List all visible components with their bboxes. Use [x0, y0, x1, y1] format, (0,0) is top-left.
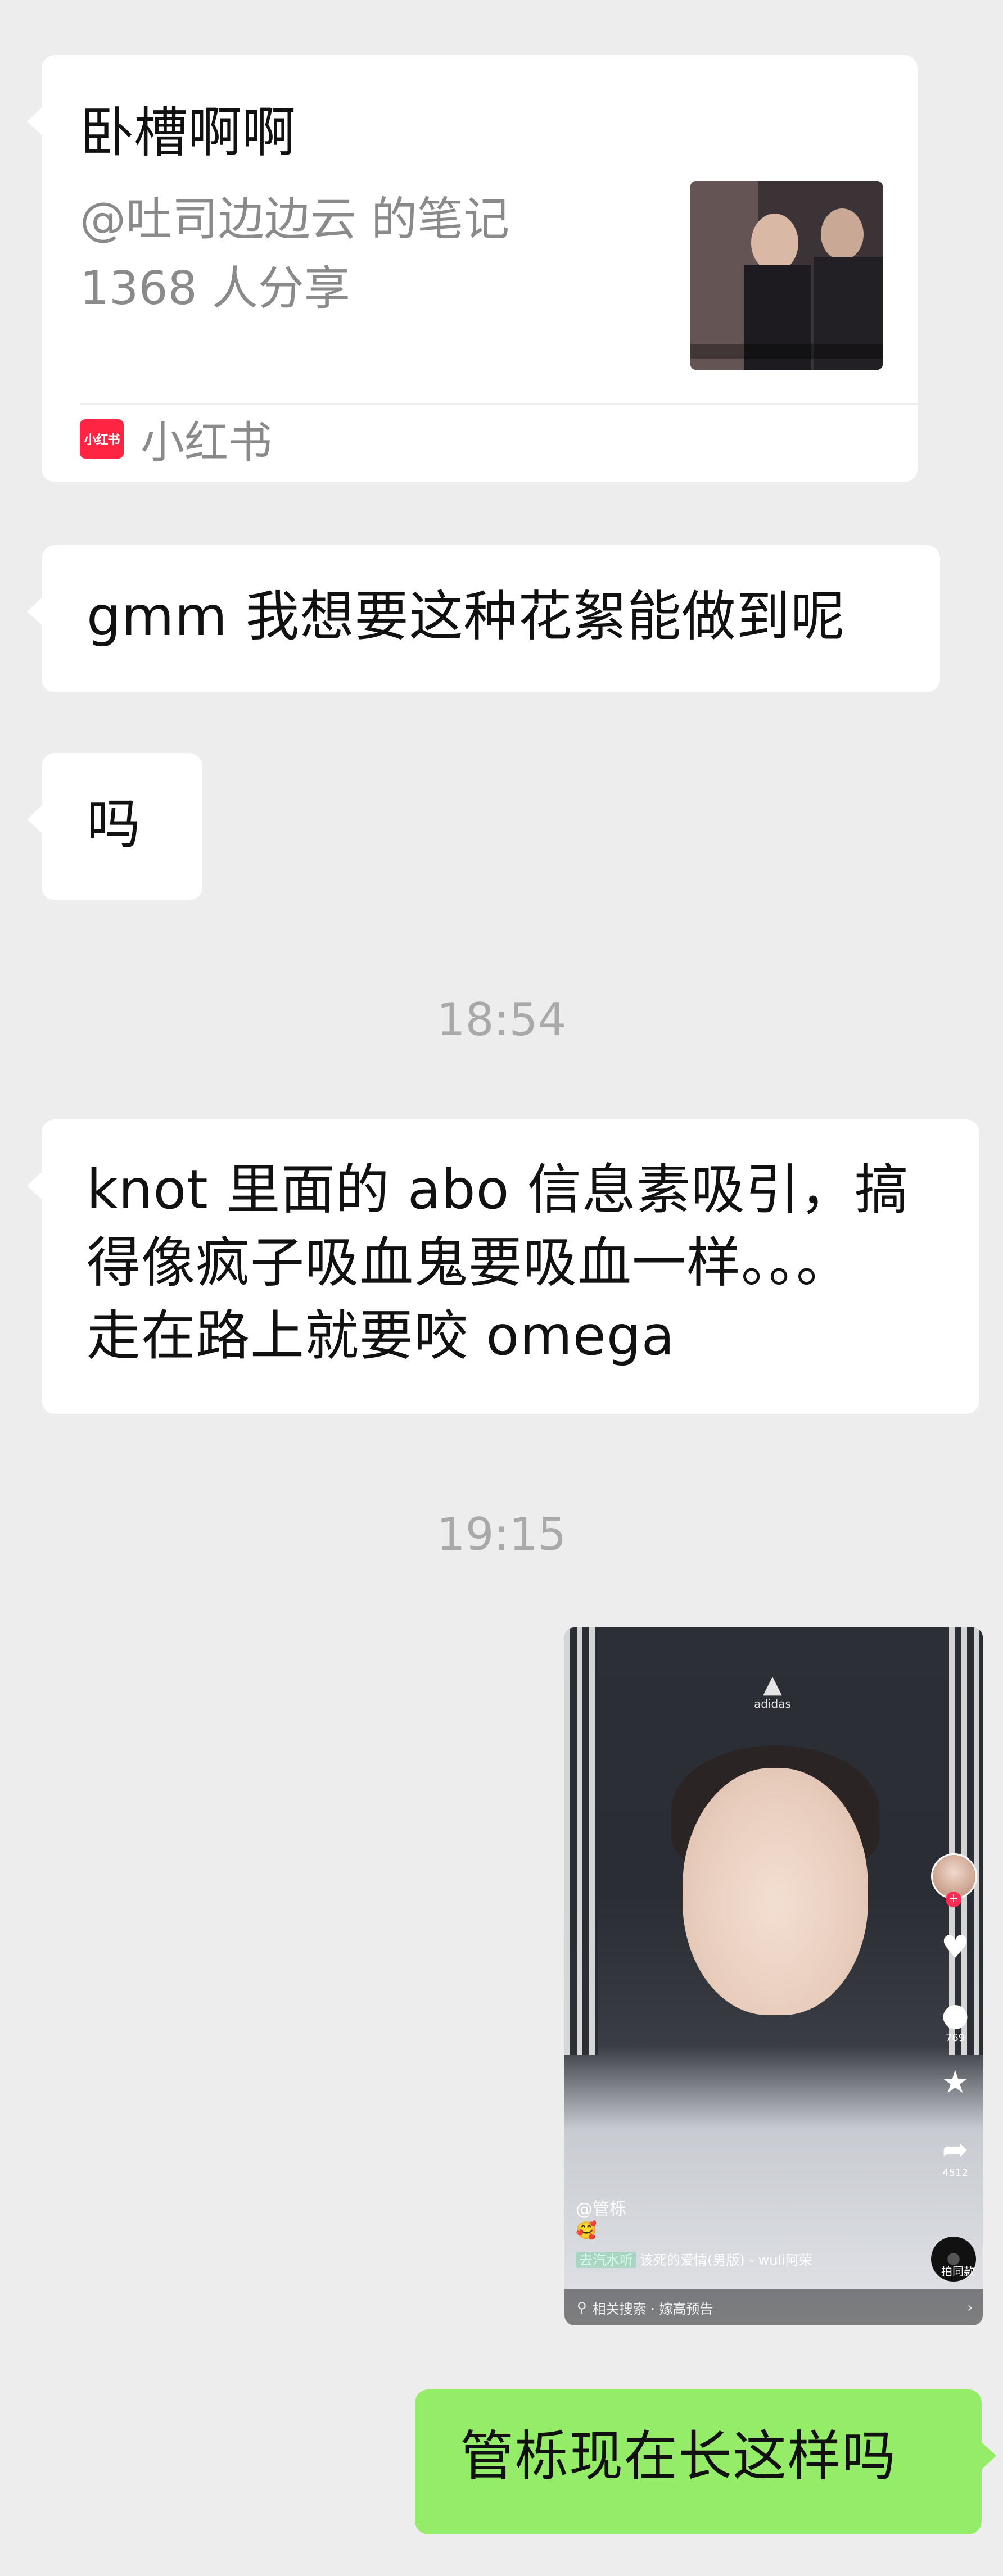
- card-source: 小红书 小红书: [80, 408, 272, 470]
- face-shape: [683, 1768, 868, 2015]
- shared-note-card[interactable]: 卧槽啊啊 @吐司边边云 的笔记 1368 人分享 小红书 小红书: [27, 55, 918, 482]
- comment-button[interactable]: ● 769: [936, 1998, 975, 2044]
- xiaohongshu-logo-icon: 小红书: [80, 419, 124, 459]
- like-button[interactable]: ♥: [936, 1931, 975, 1965]
- message-text: 管栎现在长这样吗: [460, 2425, 896, 2488]
- follow-plus-icon[interactable]: +: [946, 1892, 961, 1907]
- adidas-logo-icon: ▲ adidas: [683, 1672, 862, 1711]
- source-app-name: 小红书: [141, 418, 273, 468]
- card-title: 卧槽啊啊: [80, 101, 296, 164]
- share-arrow-icon: ➦: [942, 2131, 969, 2168]
- brand-text: adidas: [754, 1697, 791, 1711]
- music-tag: 去汽水听: [576, 2252, 636, 2268]
- video-thumbnail-icon: [690, 181, 883, 370]
- music-info[interactable]: 去汽水听 该死的爱情(男版) - wuli阿荣: [576, 2249, 812, 2269]
- caption-emoji: 🥰: [576, 2221, 597, 2241]
- heart-icon: ♥: [941, 1929, 970, 1966]
- timestamp: 19:15: [436, 1508, 567, 1561]
- comment-icon: ●: [941, 1997, 969, 2033]
- card-share-count: 1368 人分享: [80, 262, 350, 315]
- shared-video[interactable]: ▲ adidas + ♥ ● 769 ★ ➦ 4512 @管栎 🥰 去汽水听 该死…: [564, 1627, 983, 2325]
- star-icon: ★: [941, 2064, 970, 2101]
- message-text: knot 里面的 abo 信息素吸引，搞 得像疯子吸血鬼要吸血一样。。。 走在路…: [87, 1158, 909, 1367]
- share-count: 4512: [942, 2167, 968, 2179]
- favorite-button[interactable]: ★: [936, 2066, 975, 2099]
- timestamp: 18:54: [436, 994, 567, 1046]
- chat-screen: { "colors": { "background": "#ededed", "…: [0, 0, 1003, 2576]
- share-button[interactable]: ➦ 4512: [936, 2133, 975, 2179]
- message-bubble[interactable]: gmm 我想要这种花絮能做到呢: [27, 545, 940, 692]
- message-bubble-outgoing[interactable]: 管栎现在长这样吗: [415, 2389, 996, 2534]
- message-bubble[interactable]: knot 里面的 abo 信息素吸引，搞 得像疯子吸血鬼要吸血一样。。。 走在路…: [27, 1119, 979, 1414]
- music-title: 该死的爱情(男版) - wuli阿荣: [640, 2252, 812, 2268]
- message-text: gmm 我想要这种花絮能做到呢: [87, 585, 846, 648]
- search-icon: ⚲: [577, 2300, 587, 2315]
- card-divider: [80, 403, 918, 405]
- message-text: 吗: [87, 793, 141, 856]
- jacket-stripes: [564, 1627, 598, 2055]
- chevron-right-icon: ›: [967, 2300, 973, 2315]
- message-bubble[interactable]: 吗: [27, 753, 202, 900]
- video-author[interactable]: @管栎: [576, 2195, 626, 2220]
- related-search-bar[interactable]: ⚲ 相关搜索 · 嫁高预告 ›: [564, 2289, 983, 2325]
- comment-count: 769: [945, 2032, 965, 2044]
- card-author-line: @吐司边边云 的笔记: [80, 193, 510, 246]
- related-search-text: 相关搜索 · 嫁高预告: [592, 2301, 713, 2317]
- jacket-stripes: [949, 1627, 983, 2055]
- disc-label: 拍同款: [941, 2265, 975, 2278]
